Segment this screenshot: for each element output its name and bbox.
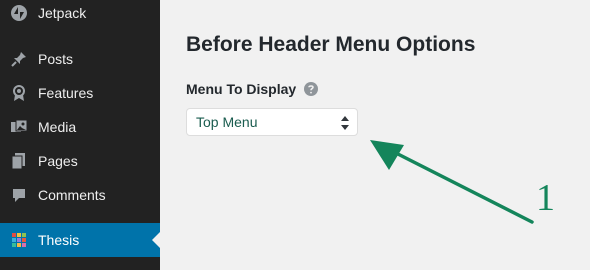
active-indicator: [152, 232, 160, 248]
sidebar-item-thesis[interactable]: Thesis: [0, 223, 160, 257]
media-icon: [9, 117, 29, 137]
sidebar-item-label: Posts: [38, 51, 74, 67]
sidebar-item-label: Comments: [38, 187, 106, 203]
sidebar-item-label: Jetpack: [38, 5, 87, 21]
pages-icon: [9, 151, 29, 171]
sidebar-item-jetpack[interactable]: Jetpack: [0, 0, 160, 30]
comment-icon: [9, 185, 29, 205]
menu-select-value: Top Menu: [196, 114, 258, 130]
sidebar-item-features[interactable]: Features: [0, 76, 160, 110]
help-icon[interactable]: [304, 82, 319, 96]
award-icon: [9, 83, 29, 103]
sidebar-item-label: Features: [38, 85, 94, 101]
sidebar-item-label: Thesis: [38, 232, 80, 248]
jetpack-icon: [9, 3, 29, 23]
admin-sidebar: Jetpack Posts Features Media Pages Comme…: [0, 0, 160, 270]
thesis-icon: [9, 230, 29, 250]
sidebar-item-pages[interactable]: Pages: [0, 144, 160, 178]
pin-icon: [9, 49, 29, 69]
sidebar-item-posts[interactable]: Posts: [0, 42, 160, 76]
sidebar-item-comments[interactable]: Comments: [0, 178, 160, 212]
sidebar-item-label: Media: [38, 119, 77, 135]
main-content: Before Header Menu Options Menu To Displ…: [160, 0, 590, 270]
sidebar-item-media[interactable]: Media: [0, 110, 160, 144]
field-label-text: Menu To Display: [186, 81, 297, 97]
sidebar-item-label: Pages: [38, 153, 78, 169]
menu-to-display-label: Menu To Display: [186, 81, 319, 97]
select-arrows-icon: [341, 116, 349, 130]
page-title: Before Header Menu Options: [186, 33, 476, 56]
menu-select[interactable]: Top Menu: [186, 108, 358, 136]
